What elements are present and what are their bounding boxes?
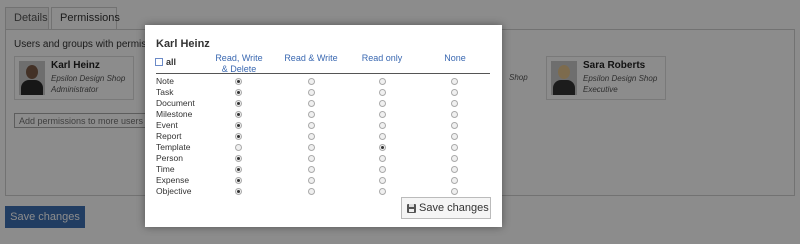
permission-row: Event (145, 120, 502, 131)
permission-radio[interactable] (379, 144, 386, 151)
column-header-read-write-delete[interactable]: Read, Write & Delete (213, 53, 265, 75)
permission-row: Template (145, 142, 502, 153)
permission-row: Expense (145, 175, 502, 186)
permission-row-label: Objective (156, 186, 192, 196)
permission-row: Document (145, 98, 502, 109)
permission-radio[interactable] (379, 133, 386, 140)
permission-row-label: Milestone (156, 109, 193, 119)
permission-radio[interactable] (379, 89, 386, 96)
dialog-title: Karl Heinz (156, 38, 210, 50)
column-header-read-write[interactable]: Read & Write (281, 53, 341, 64)
select-all-label: all (166, 57, 177, 67)
permission-radio[interactable] (308, 111, 315, 118)
permission-row: Person (145, 153, 502, 164)
permission-radio[interactable] (235, 144, 242, 151)
permission-radio[interactable] (235, 155, 242, 162)
permission-radio[interactable] (379, 155, 386, 162)
floppy-disk-icon (407, 204, 416, 213)
permission-row: Objective (145, 186, 502, 197)
permission-row-label: Event (156, 120, 178, 130)
select-all-checkbox[interactable] (155, 58, 163, 66)
permission-radio[interactable] (451, 111, 458, 118)
permission-radio[interactable] (451, 89, 458, 96)
permission-radio[interactable] (379, 100, 386, 107)
permission-radio[interactable] (379, 177, 386, 184)
dialog-save-label: Save changes (419, 202, 489, 214)
permission-row: Note (145, 76, 502, 87)
permission-row-label: Task (156, 87, 174, 97)
permission-row: Task (145, 87, 502, 98)
permission-radio[interactable] (451, 155, 458, 162)
permission-row-label: Expense (156, 175, 190, 185)
permission-radio[interactable] (308, 166, 315, 173)
permission-radio[interactable] (379, 122, 386, 129)
dialog-save-changes-button[interactable]: Save changes (401, 197, 491, 219)
permission-radio[interactable] (235, 133, 242, 140)
permission-radio[interactable] (308, 122, 315, 129)
permission-radio[interactable] (379, 111, 386, 118)
permissions-dialog: Karl Heinz all Read, Write & Delete Read… (145, 25, 502, 227)
permission-row-label: Note (156, 76, 174, 86)
permission-radio[interactable] (235, 111, 242, 118)
permission-radio[interactable] (451, 133, 458, 140)
permission-radio[interactable] (379, 188, 386, 195)
permission-radio[interactable] (235, 78, 242, 85)
column-header-read-only[interactable]: Read only (357, 53, 407, 64)
permission-radio[interactable] (235, 89, 242, 96)
column-header-none[interactable]: None (435, 53, 475, 64)
permission-radio[interactable] (308, 188, 315, 195)
permission-radio[interactable] (451, 177, 458, 184)
permission-radio[interactable] (451, 166, 458, 173)
permission-row: Milestone (145, 109, 502, 120)
header-divider (156, 73, 490, 74)
permission-row-label: Person (156, 153, 183, 163)
permission-radio[interactable] (235, 100, 242, 107)
permission-radio[interactable] (308, 133, 315, 140)
permission-radio[interactable] (308, 144, 315, 151)
permission-radio[interactable] (308, 78, 315, 85)
permission-row-label: Document (156, 98, 195, 108)
permission-radio[interactable] (235, 166, 242, 173)
permission-row: Time (145, 164, 502, 175)
permission-radio[interactable] (451, 188, 458, 195)
permission-row-label: Time (156, 164, 175, 174)
permission-radio[interactable] (235, 122, 242, 129)
permission-radio[interactable] (451, 122, 458, 129)
permission-radio[interactable] (451, 100, 458, 107)
permission-radio[interactable] (451, 144, 458, 151)
permission-radio[interactable] (308, 100, 315, 107)
permission-radio[interactable] (308, 155, 315, 162)
permission-radio[interactable] (379, 166, 386, 173)
permission-radio[interactable] (235, 177, 242, 184)
permission-row: Report (145, 131, 502, 142)
permission-radio[interactable] (235, 188, 242, 195)
permission-row-label: Template (156, 142, 191, 152)
permission-row-label: Report (156, 131, 182, 141)
permission-radio[interactable] (379, 78, 386, 85)
permission-radio[interactable] (308, 89, 315, 96)
permission-radio[interactable] (451, 78, 458, 85)
permission-radio[interactable] (308, 177, 315, 184)
